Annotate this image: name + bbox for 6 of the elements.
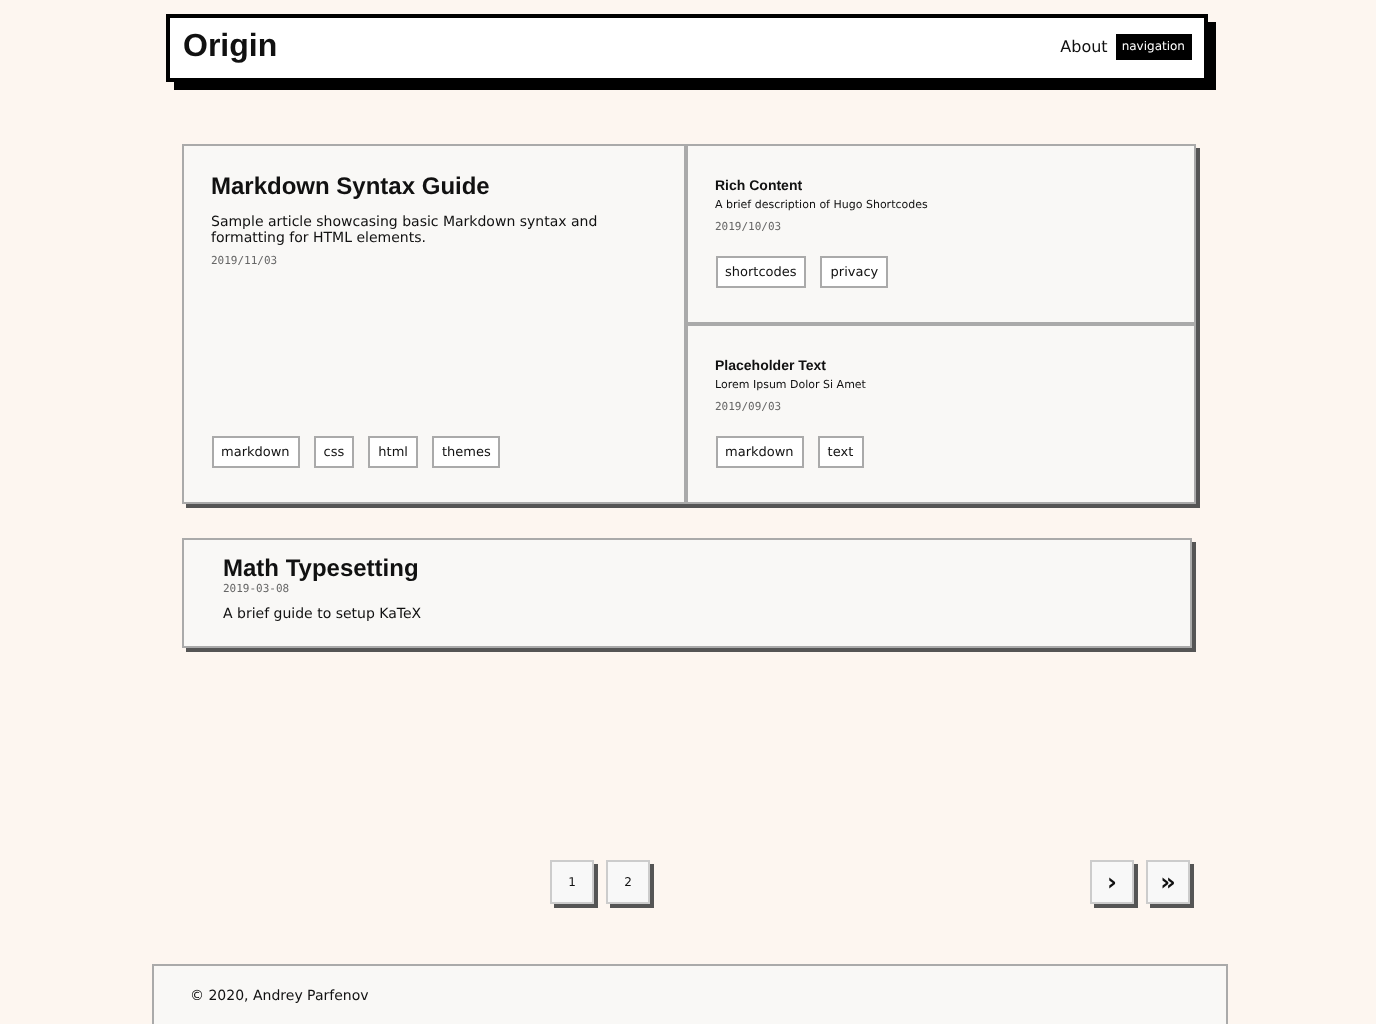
post-title[interactable]: Math Typesetting: [223, 553, 1189, 582]
site-logo[interactable]: Origin: [183, 29, 278, 66]
last-page-button[interactable]: »: [1146, 860, 1190, 905]
next-page-button[interactable]: ›: [1090, 860, 1134, 905]
post-title[interactable]: Markdown Syntax Guide: [211, 171, 655, 200]
nav-link[interactable]: About: [1060, 38, 1108, 57]
